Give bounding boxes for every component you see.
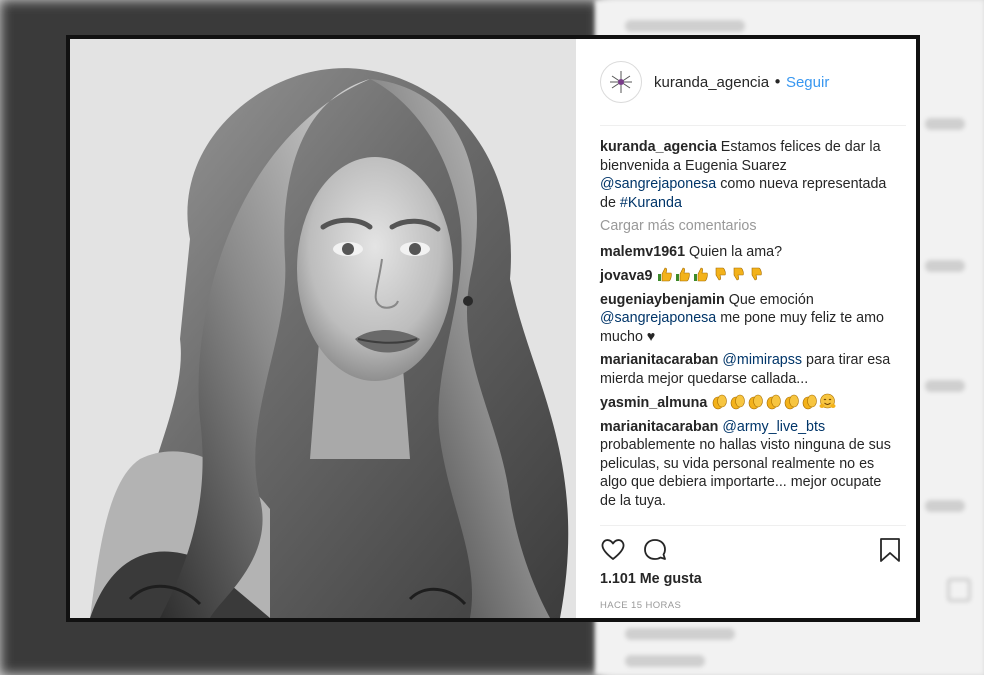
clapping-hands-icon xyxy=(802,394,818,410)
thumbs-down-icon xyxy=(734,267,745,281)
emoji-row xyxy=(656,267,764,284)
comment-text: Quien la ama? xyxy=(689,243,783,260)
comment-username[interactable]: malemv1961 xyxy=(600,244,685,260)
instagram-post-card: kuranda_agencia • Seguir kuranda_agencia… xyxy=(66,35,920,622)
comment: malemv1961 Quien la ama? xyxy=(600,243,896,262)
load-more-comments[interactable]: Cargar más comentarios xyxy=(600,217,896,236)
clapping-hands-icon xyxy=(712,394,728,410)
heart-outline-icon[interactable] xyxy=(600,537,626,563)
likes-count[interactable]: 1.101 Me gusta xyxy=(600,571,702,587)
header-divider xyxy=(600,125,906,126)
kuranda-logo-icon xyxy=(610,71,632,93)
post-timestamp[interactable]: HACE 15 HORAS xyxy=(600,600,681,611)
emoji-row xyxy=(711,393,837,411)
post-actions xyxy=(600,537,906,565)
post-photo xyxy=(70,39,576,618)
bookmark-icon[interactable] xyxy=(878,537,902,563)
clapping-hands-icon xyxy=(784,394,800,410)
comment-mention[interactable]: @army_live_bts xyxy=(722,419,825,435)
portrait-image xyxy=(70,39,576,618)
black-heart-icon: ♥ xyxy=(646,328,656,345)
header-separator: • xyxy=(773,73,782,91)
caption-hashtag[interactable]: #Kuranda xyxy=(620,195,682,211)
caption-username[interactable]: kuranda_agencia xyxy=(600,139,717,155)
caption: kuranda_agencia Estamos felices de dar l… xyxy=(600,138,896,212)
comment-text: Que emoción xyxy=(728,291,814,308)
follow-button[interactable]: Seguir xyxy=(786,74,829,91)
clapping-hands-icon xyxy=(730,394,746,410)
comment-bubble-icon[interactable] xyxy=(642,537,668,563)
thumbs-down-icon xyxy=(752,267,763,281)
thumbs-up-icon xyxy=(694,267,709,282)
comment-mention[interactable]: @mimirapss xyxy=(722,352,802,368)
clapping-hands-icon xyxy=(766,394,782,410)
comment-username[interactable]: yasmin_almuna xyxy=(600,395,707,411)
post-side-panel: kuranda_agencia • Seguir kuranda_agencia… xyxy=(576,39,916,618)
comment: marianitacaraban @mimirapss para tirar e… xyxy=(600,351,896,388)
comment-username[interactable]: eugeniaybenjamin xyxy=(600,292,725,308)
comment-username[interactable]: marianitacaraban xyxy=(600,352,718,368)
comment-username[interactable]: marianitacaraban xyxy=(600,419,718,435)
avatar[interactable] xyxy=(600,61,642,103)
comment-username[interactable]: jovava9 xyxy=(600,268,652,284)
clapping-hands-icon xyxy=(748,394,764,410)
header-username[interactable]: kuranda_agencia xyxy=(654,74,769,91)
thumbs-up-icon xyxy=(658,267,673,282)
thumbs-up-icon xyxy=(676,267,691,282)
comment: yasmin_almuna xyxy=(600,393,896,413)
actions-divider xyxy=(600,525,906,526)
comment-mention[interactable]: @sangrejaponesa xyxy=(600,310,716,326)
comments-list: kuranda_agencia Estamos felices de dar l… xyxy=(600,138,896,515)
comment: marianitacaraban @army_live_bts probable… xyxy=(600,418,896,511)
comment-text: probablemente no hallas visto ninguna de… xyxy=(600,437,891,509)
comment: eugeniaybenjamin Que emoción @sangrejapo… xyxy=(600,291,896,347)
post-header: kuranda_agencia • Seguir xyxy=(600,60,906,104)
thumbs-down-icon xyxy=(716,267,727,281)
comment: jovava9 xyxy=(600,266,896,286)
caption-mention[interactable]: @sangrejaponesa xyxy=(600,176,716,192)
hugging-face-icon xyxy=(819,393,836,409)
